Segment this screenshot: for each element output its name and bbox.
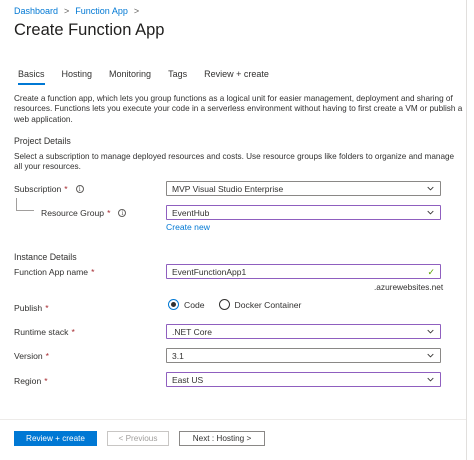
create-new-link[interactable]: Create new	[166, 222, 210, 232]
required-marker: *	[45, 351, 50, 361]
region-value: East US	[172, 374, 204, 385]
resource-group-select[interactable]: EventHub	[166, 205, 441, 220]
checkmark-icon: ✓	[427, 267, 435, 277]
info-icon[interactable]: i	[75, 185, 84, 193]
tab-hosting[interactable]: Hosting	[62, 69, 93, 85]
tree-connector	[16, 198, 34, 211]
region-select[interactable]: East US	[166, 372, 441, 387]
required-marker: *	[45, 303, 49, 313]
breadcrumb-separator: >	[64, 6, 70, 16]
page-description: Create a function app, which lets you gr…	[14, 94, 463, 124]
breadcrumb-separator: >	[133, 6, 140, 16]
chevron-down-icon	[427, 329, 434, 334]
instance-details-heading: Instance Details	[14, 252, 77, 262]
required-marker: *	[44, 376, 48, 386]
domain-suffix: .azurewebsites.net	[374, 282, 444, 292]
tab-monitoring[interactable]: Monitoring	[109, 69, 151, 85]
resource-group-label-text: Resource Group	[41, 208, 105, 218]
function-app-name-label-text: Function App name	[14, 267, 89, 277]
publish-label: Publish *	[14, 303, 49, 313]
region-label-text: Region	[14, 376, 42, 386]
version-value: 3.1	[172, 350, 184, 361]
chevron-down-icon	[427, 377, 434, 382]
info-icon[interactable]: i	[118, 209, 127, 217]
region-label: Region *	[14, 376, 48, 386]
function-app-name-label: Function App name *	[14, 267, 94, 277]
required-marker: *	[107, 208, 111, 218]
function-app-name-value: EventFunctionApp1	[172, 266, 247, 277]
next-hosting-button[interactable]: Next : Hosting >	[179, 431, 265, 446]
chevron-down-icon	[427, 210, 434, 215]
tab-bar: Basics Hosting Monitoring Tags Review + …	[18, 69, 269, 85]
publish-docker-radio[interactable]	[218, 299, 230, 310]
publish-docker-label: Docker Container	[234, 299, 302, 310]
previous-button[interactable]: < Previous	[107, 431, 169, 446]
footer-divider	[0, 419, 466, 420]
publish-label-text: Publish	[14, 303, 43, 313]
subscription-label-text: Subscription	[14, 184, 62, 194]
resource-group-label: Resource Group * i	[41, 208, 127, 218]
review-create-button[interactable]: Review + create	[14, 431, 97, 446]
tab-basics[interactable]: Basics	[18, 69, 45, 85]
version-select[interactable]: 3.1	[166, 348, 441, 363]
required-marker: *	[91, 267, 95, 277]
subscription-value: MVP Visual Studio Enterprise	[172, 183, 284, 194]
required-marker: *	[71, 327, 75, 337]
subscription-label: Subscription * i	[14, 184, 84, 194]
function-app-name-input[interactable]: EventFunctionApp1 ✓	[166, 264, 441, 279]
breadcrumb-function-app[interactable]: Function App	[75, 6, 128, 16]
runtime-stack-value: .NET Core	[172, 326, 212, 337]
publish-code-radio[interactable]	[168, 299, 179, 310]
subscription-select[interactable]: MVP Visual Studio Enterprise	[166, 181, 441, 196]
tab-review-create[interactable]: Review + create	[204, 69, 269, 85]
publish-radio-group: Code Docker Container	[168, 299, 301, 310]
resource-group-value: EventHub	[172, 207, 210, 218]
publish-code-label: Code	[184, 299, 205, 310]
runtime-stack-label-text: Runtime stack	[14, 327, 69, 337]
required-marker: *	[64, 184, 68, 194]
runtime-stack-select[interactable]: .NET Core	[166, 324, 441, 339]
runtime-stack-label: Runtime stack *	[14, 327, 75, 337]
tab-tags[interactable]: Tags	[168, 69, 187, 85]
chevron-down-icon	[427, 186, 434, 191]
panel-border	[466, 0, 467, 460]
breadcrumb-dashboard[interactable]: Dashboard	[14, 6, 58, 16]
breadcrumb: Dashboard > Function App >	[14, 6, 139, 16]
chevron-down-icon	[427, 353, 434, 358]
project-details-description: Select a subscription to manage deployed…	[14, 152, 455, 172]
version-label-text: Version	[14, 351, 43, 361]
version-label: Version *	[14, 351, 49, 361]
project-details-heading: Project Details	[14, 136, 71, 146]
page-title: Create Function App	[14, 21, 165, 39]
